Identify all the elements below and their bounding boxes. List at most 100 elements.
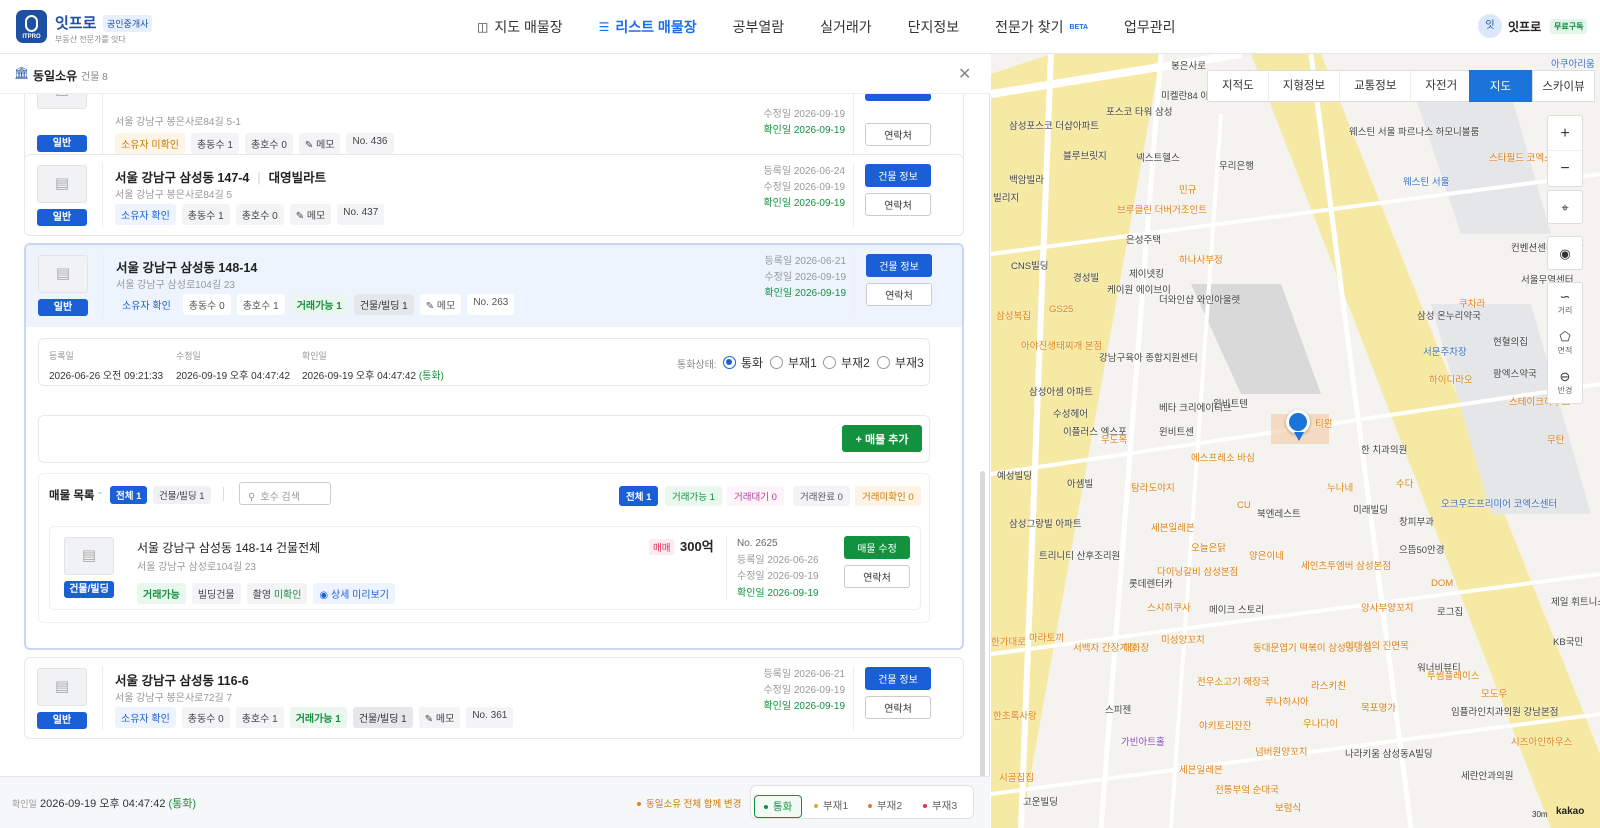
edit-listing-button[interactable]: 매물 수정 xyxy=(844,536,910,559)
building-info-button[interactable]: 건물 정보 xyxy=(865,164,931,187)
nav-work-management[interactable]: 업무관리 xyxy=(1124,17,1176,37)
zoom-in-icon[interactable]: + xyxy=(1548,116,1582,151)
building-info-button[interactable]: 건물 정보 xyxy=(865,667,931,690)
call-radio-absent2[interactable]: 부재2 xyxy=(823,354,870,371)
zoom-control: + − xyxy=(1547,115,1583,187)
confirmed-value: 2026-09-19 오후 04:47:42 (통화) xyxy=(302,371,444,382)
tab-all[interactable]: 전체 1 xyxy=(110,486,148,504)
layer-terrain[interactable]: 지형정보 xyxy=(1269,71,1341,101)
card-dates: 등록일 2026-06-21 수정일 2026-09-19 확인일 2026-0… xyxy=(756,254,846,302)
nav-list-listings[interactable]: ☰ 리스트 매물장 xyxy=(599,17,697,37)
map-view[interactable]: 봉은사로 미켈란84 아파트 포스코 타워 삼성 삼성포스코 더샵아파트 블루브… xyxy=(991,54,1600,828)
card-chips: 소유자 미확인 총동수 1 총호수 0 ✎ 메모 No. 436 xyxy=(115,133,394,154)
avatar[interactable]: 잇 xyxy=(1478,14,1502,38)
footer-option-absent1[interactable]: 부재1 xyxy=(805,795,857,816)
building-list[interactable]: ▤ 일반 서울 강남구 봉은사로84길 5-1 소유자 미확인 총동수 1 총호… xyxy=(12,94,974,770)
itpro-logo[interactable]: ITPRO xyxy=(16,10,47,43)
distance-tool[interactable]: ∽ 거리 xyxy=(1548,283,1582,323)
building-info-button[interactable] xyxy=(865,94,931,101)
layer-traffic[interactable]: 교통정보 xyxy=(1340,71,1412,101)
map-type-map[interactable]: 지도 xyxy=(1469,70,1532,102)
building-info-button[interactable]: 건물 정보 xyxy=(866,254,932,277)
card-title[interactable]: 서울 강남구 삼성동 147-4 | 대영빌라트 xyxy=(115,167,326,186)
card-dates: 등록일 2026-06-21 수정일 2026-09-19 확인일 2026-0… xyxy=(755,667,845,715)
divider xyxy=(103,253,104,317)
user-name[interactable]: 잇프로 xyxy=(1508,18,1541,35)
area-tool[interactable]: ⬠ 면적 xyxy=(1548,323,1582,363)
map-label: DOM xyxy=(1431,578,1454,589)
card-address: 서울 강남구 봉은사로72길 7 xyxy=(115,693,233,704)
map-label: 투썸플레이스 xyxy=(1427,671,1480,682)
zoom-out-icon[interactable]: − xyxy=(1548,151,1582,186)
kakao-logo: kakao xyxy=(1556,806,1585,817)
modified-date: 수정일 2026-09-19 xyxy=(763,109,845,120)
map-label: 블루브릿지 xyxy=(1063,151,1107,162)
number-chip: No. 437 xyxy=(337,204,385,225)
divider xyxy=(223,487,224,501)
nav-map-listings[interactable]: ◫ 지도 매물장 xyxy=(477,17,563,37)
call-radio-connected[interactable]: 통화 xyxy=(723,354,763,371)
map-label: 제이넷킹 xyxy=(1129,269,1164,280)
memo-chip[interactable]: ✎ 메모 xyxy=(419,294,462,315)
map-label: 메이크 스토리 xyxy=(1209,605,1265,616)
nav-public-records[interactable]: 공부열람 xyxy=(733,17,785,37)
preview-chip[interactable]: ◉ 상세 미리보기 xyxy=(313,583,395,604)
radius-tool[interactable]: ⊖ 반경 xyxy=(1548,363,1582,403)
contact-button[interactable]: 연락처 xyxy=(865,696,931,719)
footer-option-connected[interactable]: 통화 xyxy=(754,795,803,818)
call-radio-absent3[interactable]: 부재3 xyxy=(877,354,924,371)
street-view-icon[interactable]: ◉ xyxy=(1547,236,1583,270)
filter-available[interactable]: 거래가능 1 xyxy=(665,486,722,506)
card-title[interactable]: 서울 강남구 삼성동 116-6 xyxy=(115,670,249,689)
memo-chip[interactable]: ✎ 메모 xyxy=(418,707,461,728)
map-label: 트리니티 산후조리원 xyxy=(1039,551,1121,562)
memo-chip[interactable]: ✎ 메모 xyxy=(298,133,341,154)
map-label: 임플라인치과의원 강남본점 xyxy=(1451,707,1559,718)
nav-real-transactions[interactable]: 실거래가 xyxy=(820,17,872,37)
map-label: 라스키친 xyxy=(1311,681,1346,692)
memo-chip[interactable]: ✎ 메모 xyxy=(289,204,332,225)
filter-all[interactable]: 전체 1 xyxy=(619,486,659,506)
close-icon[interactable]: ✕ xyxy=(958,64,971,84)
card-title[interactable]: 서울 강남구 삼성동 148-14 xyxy=(116,257,257,276)
my-location-icon[interactable]: ⌖ xyxy=(1547,190,1583,224)
footer-call-options: 통화 부재1 부재2 부재3 xyxy=(750,785,974,819)
contact-button[interactable]: 연락처 xyxy=(865,193,931,216)
card-chips: 소유자 확인 총동수 0 총호수 1 거래가능 1 건물/빌딩 1 ✎ 메모 N… xyxy=(116,294,515,315)
filter-unconfirmed[interactable]: 거래미확인 0 xyxy=(855,486,921,506)
map-label: 에스프레소 바심 xyxy=(1191,453,1255,464)
contact-button[interactable]: 연락처 xyxy=(844,565,910,588)
footer-option-absent3[interactable]: 부재3 xyxy=(914,795,966,816)
layer-bicycle[interactable]: 자전거 xyxy=(1411,71,1471,101)
call-radio-absent1[interactable]: 부재1 xyxy=(770,354,817,371)
brand-name[interactable]: 잇프로 xyxy=(55,12,96,33)
nav-complex-info[interactable]: 단지정보 xyxy=(908,17,960,37)
listing-item[interactable]: ▤ 건물/빌딩 서울 강남구 삼성동 148-14 건물전체 서울 강남구 삼성… xyxy=(49,526,921,610)
contact-button[interactable]: 연락처 xyxy=(866,283,932,306)
layer-cadastral[interactable]: 지적도 xyxy=(1208,71,1269,101)
listing-title[interactable]: 서울 강남구 삼성동 148-14 건물전체 xyxy=(137,539,320,556)
divider xyxy=(102,666,103,730)
map-layer-toolbar: 지적도 지형정보 교통정보 자전거 xyxy=(1207,70,1473,102)
type-tag: 일반 xyxy=(37,135,87,152)
filter-waiting[interactable]: 거래대기 0 xyxy=(727,486,784,506)
selected-location-marker[interactable] xyxy=(1286,410,1310,434)
nav-find-experts[interactable]: 전문가 찾기 BETA xyxy=(995,17,1088,37)
map-label: 웨스틴 서울 xyxy=(1403,177,1450,188)
add-listing-button[interactable]: + 매물 추가 xyxy=(842,425,922,452)
panel-header: 🏛 동일소유 건물 8 ✕ xyxy=(0,54,990,94)
building-card-selected[interactable]: ▤ 일반 서울 강남구 삼성동 148-14 서울 강남구 삼성로104길 23… xyxy=(24,243,964,650)
category-chip: 건물/빌딩 1 xyxy=(352,707,413,728)
unit-search-input[interactable]: ⚲ 호수 검색 xyxy=(239,482,331,505)
tab-building[interactable]: 건물/빌딩 1 xyxy=(153,486,211,504)
building-card[interactable]: ▤ 일반 서울 강남구 삼성동 147-4 | 대영빌라트 서울 강남구 봉은사로8… xyxy=(24,154,964,236)
filter-completed[interactable]: 거래완료 0 xyxy=(793,486,850,506)
contact-button[interactable]: 연락처 xyxy=(865,123,931,146)
map-label: 윈비트센 xyxy=(1159,427,1194,438)
map-type-skyview[interactable]: 스카이뷰 xyxy=(1532,70,1595,102)
footer-option-absent2[interactable]: 부재2 xyxy=(859,795,911,816)
scrollbar[interactable] xyxy=(980,471,985,828)
call-status-label: 통화상태: xyxy=(677,360,717,371)
map-label: 로그집 xyxy=(1437,607,1464,618)
building-card[interactable]: ▤ 일반 서울 강남구 삼성동 116-6 서울 강남구 봉은사로72길 7 소… xyxy=(24,657,964,739)
